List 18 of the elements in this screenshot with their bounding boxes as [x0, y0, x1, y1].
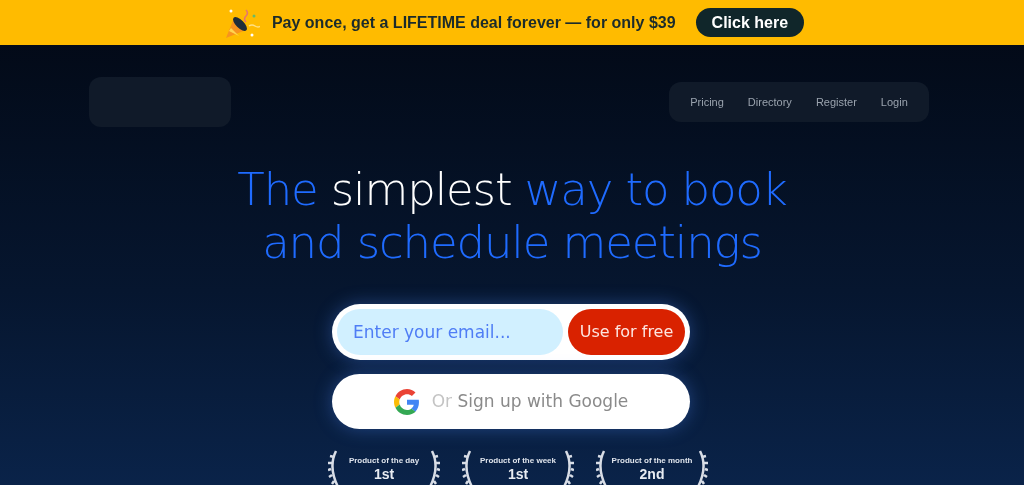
nav-link[interactable]: Login	[880, 93, 908, 111]
award-rank: 1st	[373, 467, 395, 482]
google-icon	[393, 388, 420, 415]
email-field[interactable]: Enter your email...	[337, 309, 563, 355]
award-title: Product of the week	[480, 455, 556, 467]
headline-line: and schedule meetings	[262, 216, 762, 269]
headline-line: The simplest way to book	[237, 163, 787, 216]
award-title: Product of the day	[348, 455, 420, 467]
award-rank: 2nd	[639, 467, 665, 482]
promo-text: Pay once, get a LIFETIME deal forever — for only $39	[271, 12, 676, 33]
use-for-free-button[interactable]: Use for free	[568, 309, 685, 355]
award-rank: 1st	[507, 467, 529, 482]
nav-link[interactable]: Register	[815, 93, 857, 111]
google-signup-button[interactable]: Or Sign up with Google	[332, 374, 690, 429]
nav-link[interactable]: Pricing	[690, 93, 724, 111]
nav-link[interactable]: Directory	[747, 93, 792, 111]
award-title: Product of the month	[611, 455, 693, 467]
click-here-button[interactable]: Click here	[695, 8, 805, 37]
